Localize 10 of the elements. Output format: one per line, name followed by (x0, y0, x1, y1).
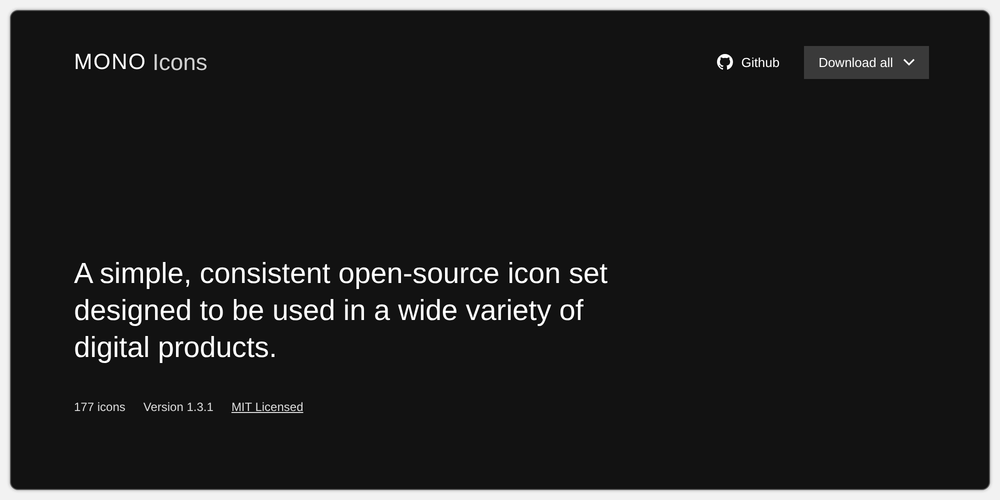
headline: A simple, consistent open-source icon set designed to be used in a wide variety of digital products. (74, 257, 609, 366)
license-link[interactable]: MIT Licensed (231, 400, 304, 414)
github-link[interactable]: Github (717, 54, 780, 70)
meta-text: 177 icons (74, 400, 126, 414)
chevron-down-icon (903, 58, 915, 66)
meta-text: Version 1.3.1 (143, 400, 214, 414)
logo-mark: MONO (74, 49, 146, 75)
logo-text: Icons (152, 48, 208, 76)
github-icon (717, 54, 734, 70)
download-button[interactable]: Download all (804, 46, 929, 78)
